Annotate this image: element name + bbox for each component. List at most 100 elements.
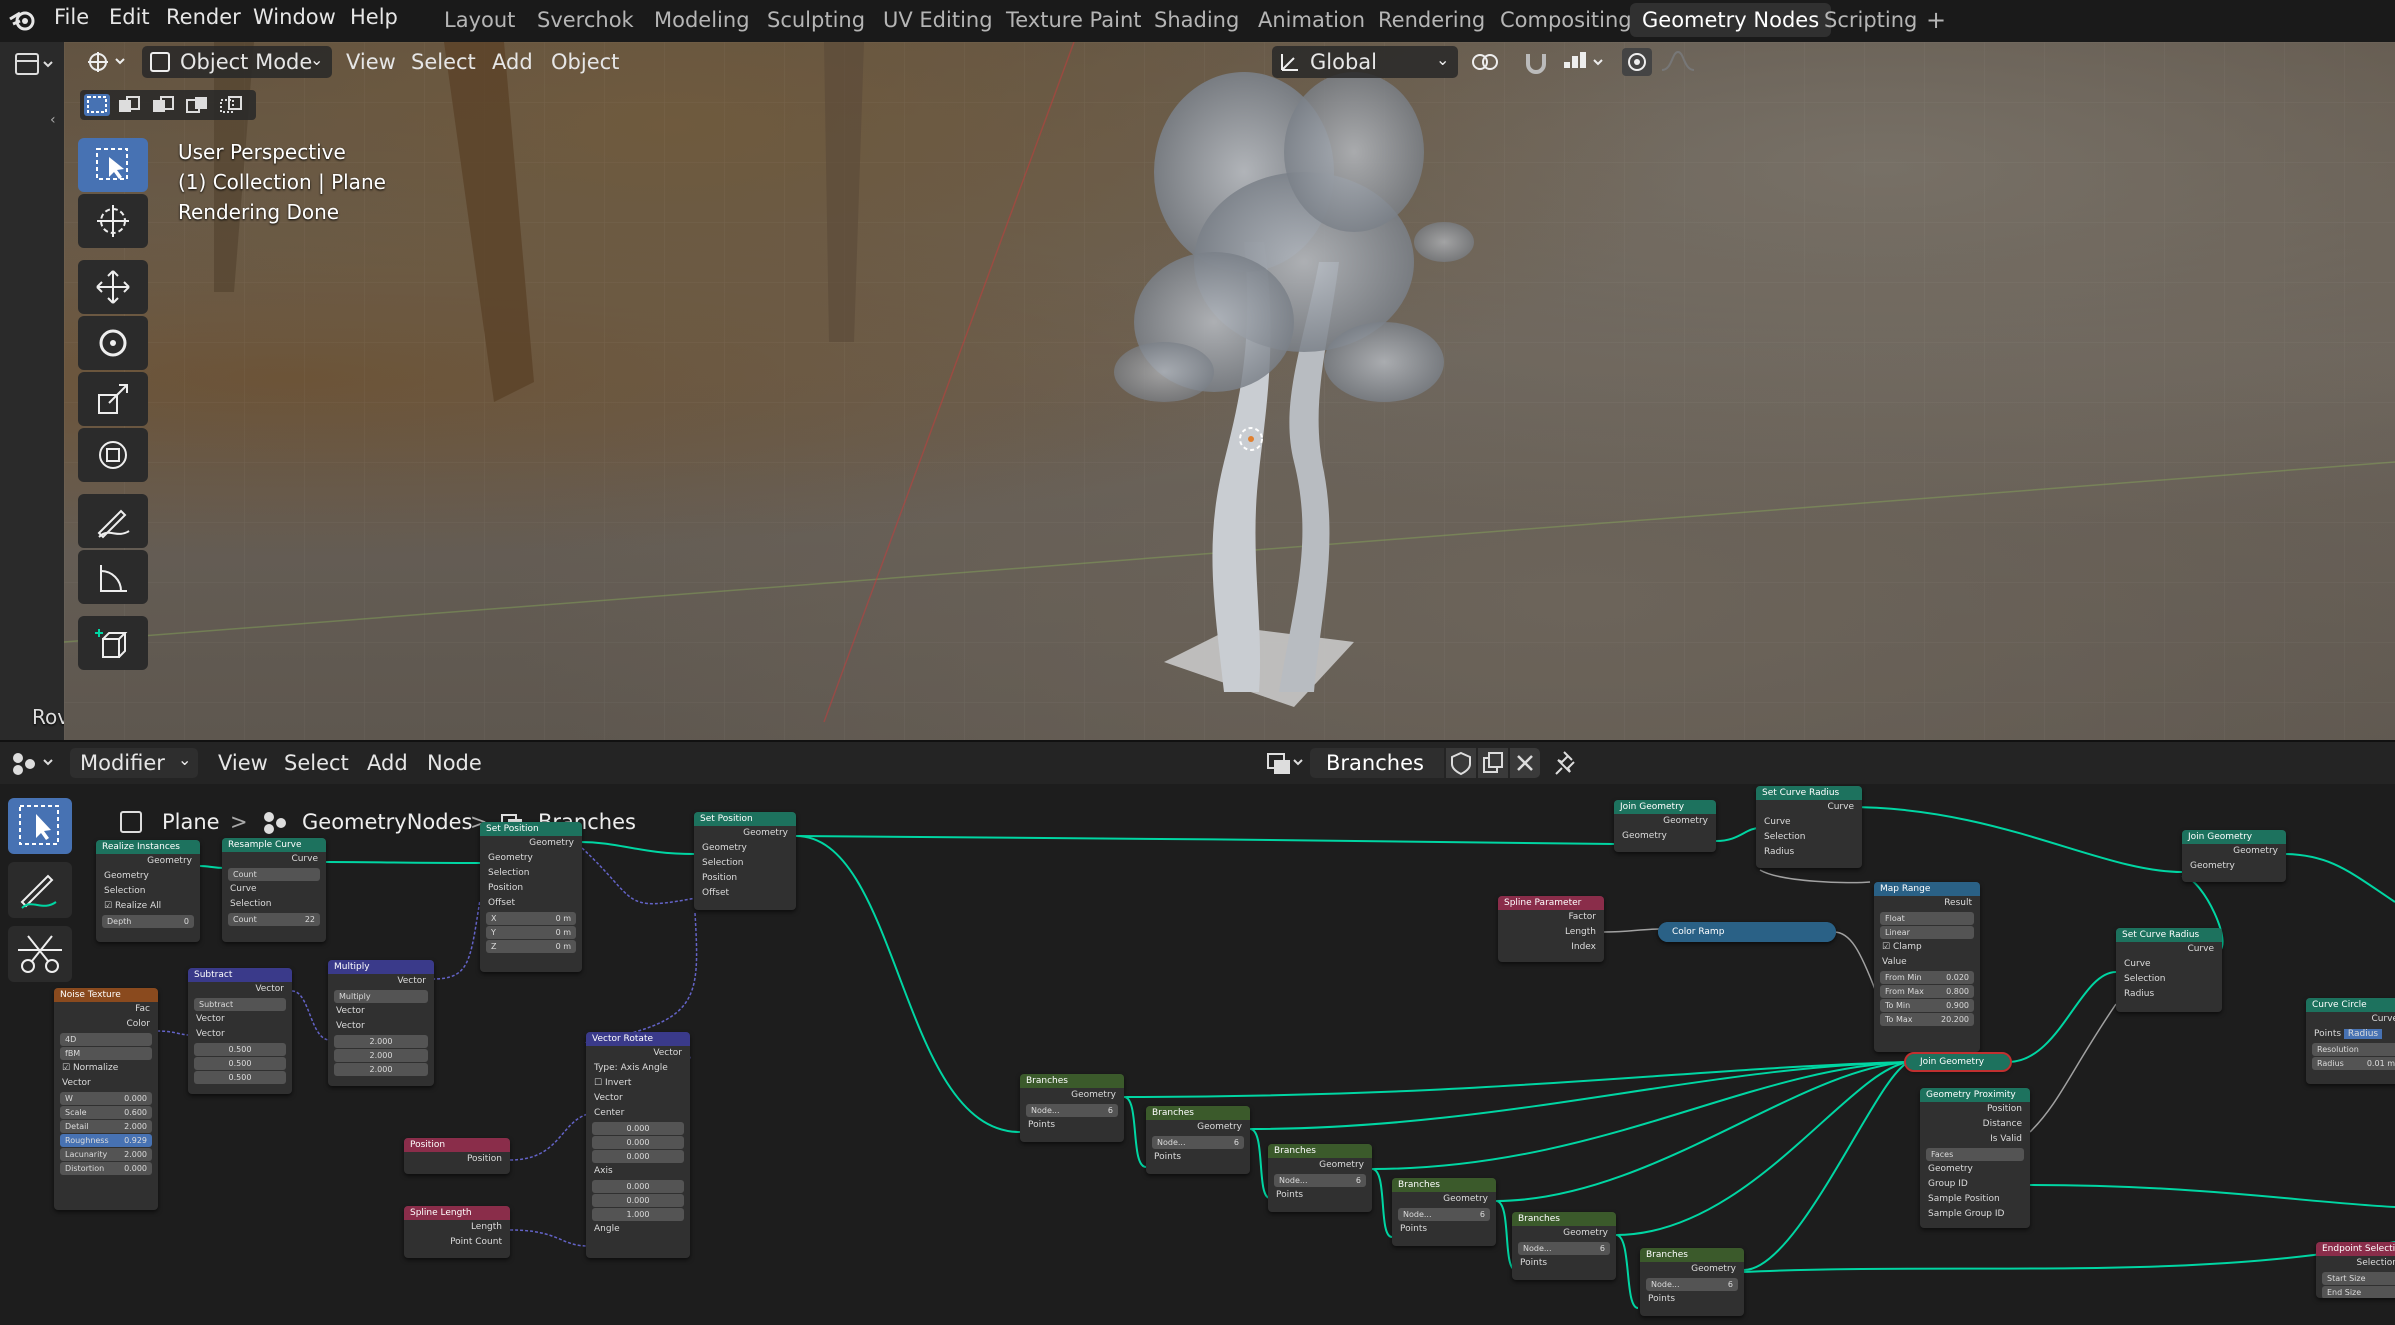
center-x-field[interactable]: 0.000 [592, 1122, 684, 1135]
tab-rendering[interactable]: Rendering [1366, 3, 1497, 37]
node-resample-curve[interactable]: Resample Curve Curve Count Curve Selecti… [222, 838, 326, 942]
data-type-dropdown[interactable]: Float [1880, 912, 1974, 925]
operation-dropdown[interactable]: Multiply [334, 990, 428, 1003]
node-realize-instances[interactable]: Realize Instances Geometry Geometry Sele… [96, 840, 200, 942]
tab-uv-editing[interactable]: UV Editing [871, 3, 1005, 37]
node-set-position-2[interactable]: Set Position Geometry Geometry Selection… [694, 812, 796, 910]
axis-y-field[interactable]: 0.000 [592, 1194, 684, 1207]
detail-field[interactable]: Detail 2.000 [60, 1120, 152, 1133]
pivot-point-icon[interactable] [1468, 48, 1512, 76]
node-join-geometry-collapsed[interactable]: Join Geometry [1904, 1052, 2012, 1072]
rotate-type-dropdown[interactable]: Type: Axis Angle [586, 1061, 690, 1076]
tab-sculpting[interactable]: Sculpting [755, 3, 877, 37]
node-group-selector[interactable]: Node... 6 [1152, 1136, 1244, 1149]
from-max-field[interactable]: From Max 0.800 [1880, 985, 1974, 998]
add-cube-tool[interactable] [78, 616, 148, 670]
select-difference-button[interactable] [184, 94, 210, 116]
snap-magnet-icon[interactable] [1522, 48, 1552, 76]
cursor-tool[interactable] [78, 194, 148, 248]
node-group-selector[interactable]: Node... 6 [1518, 1242, 1610, 1255]
node-join-geometry-2[interactable]: Join Geometry Geometry Geometry [2182, 830, 2286, 882]
node-map-range[interactable]: Map Range Result Float Linear ☑ Clamp Va… [1874, 882, 1980, 1052]
collapse-arrow-icon[interactable]: ‹ [50, 112, 60, 132]
node-branches-group[interactable]: Branches Geometry Node... 6 Points [1640, 1248, 1744, 1316]
node-set-position-1[interactable]: Set Position Geometry Geometry Selection… [480, 822, 582, 972]
menu-edit[interactable]: Edit [109, 0, 150, 34]
viewport-menu-object[interactable]: Object [551, 44, 619, 80]
offset-z-field[interactable]: Z 0 m [486, 940, 576, 953]
proportional-edit-icon[interactable] [1622, 48, 1652, 76]
tab-geometry-nodes[interactable]: Geometry Nodes [1630, 3, 1832, 37]
node-noise-texture[interactable]: Noise Texture Fac Color 4D fBM ☑ Normali… [54, 988, 158, 1210]
node-subtract[interactable]: Subtract Vector Subtract Vector Vector 0… [188, 968, 292, 1094]
menu-file[interactable]: File [54, 0, 89, 34]
object-mode-dropdown[interactable]: Object Mode ⌄ [142, 46, 332, 78]
measure-tool[interactable] [78, 550, 148, 604]
tab-scripting[interactable]: Scripting [1812, 3, 1929, 37]
scale-tool[interactable] [78, 372, 148, 426]
vector-x-field[interactable]: 2.000 [334, 1035, 428, 1048]
snap-target-icon[interactable] [1560, 48, 1610, 76]
node-branches-group[interactable]: Branches Geometry Node... 6 Points [1392, 1178, 1496, 1246]
transform-tool[interactable] [78, 428, 148, 482]
annotate-tool[interactable] [78, 494, 148, 548]
blender-logo-icon[interactable] [8, 7, 38, 33]
invert-checkbox[interactable]: ☐ Invert [586, 1076, 690, 1091]
w-field[interactable]: W 0.000 [60, 1092, 152, 1105]
vector-z-field[interactable]: 0.500 [194, 1071, 286, 1084]
axis-z-field[interactable]: 1.000 [592, 1208, 684, 1221]
node-curve-circle[interactable]: Curve Circle Curve Points Radius Resolut… [2306, 998, 2395, 1084]
scale-field[interactable]: Scale 0.600 [60, 1106, 152, 1119]
node-color-ramp[interactable]: Color Ramp [1658, 922, 1836, 942]
node-group-selector[interactable]: Node... 6 [1026, 1104, 1118, 1117]
transform-orientation-dropdown[interactable]: Global ⌄ [1272, 46, 1458, 78]
move-tool[interactable] [78, 260, 148, 314]
select-extend-button[interactable] [116, 94, 142, 116]
node-branches-group[interactable]: Branches Geometry Node... 6 Points [1146, 1106, 1250, 1174]
node-geometry-proximity[interactable]: Geometry Proximity Position Distance Is … [1920, 1088, 2030, 1228]
vector-x-field[interactable]: 0.500 [194, 1043, 286, 1056]
vector-z-field[interactable]: 2.000 [334, 1063, 428, 1076]
vector-y-field[interactable]: 2.000 [334, 1049, 428, 1062]
editor-type-icon[interactable] [14, 50, 54, 80]
operation-dropdown[interactable]: Subtract [194, 998, 286, 1011]
depth-field[interactable]: Depth 0 [102, 915, 194, 928]
roughness-field[interactable]: Roughness 0.929 [60, 1134, 152, 1147]
menu-window[interactable]: Window [253, 0, 336, 34]
target-element-dropdown[interactable]: Faces [1926, 1148, 2024, 1161]
node-branches-group[interactable]: Branches Geometry Node... 6 Points [1268, 1144, 1372, 1212]
distortion-field[interactable]: Distortion 0.000 [60, 1162, 152, 1175]
lacunarity-field[interactable]: Lacunarity 2.000 [60, 1148, 152, 1161]
viewport-menu-view[interactable]: View [346, 44, 396, 80]
menu-help[interactable]: Help [350, 0, 398, 34]
viewport-menu-add[interactable]: Add [492, 44, 533, 80]
tab-modeling[interactable]: Modeling [642, 3, 762, 37]
node-join-geometry-1[interactable]: Join Geometry Geometry Geometry [1614, 800, 1716, 852]
radius-field[interactable]: Radius 0.01 m [2312, 1057, 2395, 1070]
end-size-field[interactable]: End Size [2322, 1286, 2395, 1298]
to-max-field[interactable]: To Max 20.200 [1880, 1013, 1974, 1026]
center-z-field[interactable]: 0.000 [592, 1150, 684, 1163]
resolution-field[interactable]: Resolution [2312, 1043, 2395, 1056]
node-set-curve-radius-2[interactable]: Set Curve Radius Curve Curve Selection R… [2116, 928, 2222, 1012]
node-branches-group[interactable]: Branches Geometry Node... 6 Points [1020, 1074, 1124, 1142]
tab-sverchok[interactable]: Sverchok [525, 3, 646, 37]
select-box-tool[interactable] [78, 138, 148, 192]
axis-x-field[interactable]: 0.000 [592, 1180, 684, 1193]
falloff-curve-icon[interactable] [1658, 48, 1698, 76]
to-min-field[interactable]: To Min 0.900 [1880, 999, 1974, 1012]
normalize-checkbox[interactable]: ☑ Normalize [54, 1061, 158, 1076]
node-group-selector[interactable]: Node... 6 [1646, 1278, 1738, 1291]
offset-x-field[interactable]: X 0 m [486, 912, 576, 925]
node-spline-parameter[interactable]: Spline Parameter Factor Length Index [1498, 896, 1604, 962]
center-y-field[interactable]: 0.000 [592, 1136, 684, 1149]
select-intersect-button[interactable] [218, 94, 244, 116]
node-branches-group[interactable]: Branches Geometry Node... 6 Points [1512, 1212, 1616, 1280]
node-spline-length[interactable]: Spline Length Length Point Count [404, 1206, 510, 1258]
offset-y-field[interactable]: Y 0 m [486, 926, 576, 939]
from-min-field[interactable]: From Min 0.020 [1880, 971, 1974, 984]
menu-render[interactable]: Render [166, 0, 241, 34]
node-group-selector[interactable]: Node... 6 [1398, 1208, 1490, 1221]
3d-viewport[interactable]: Object Mode ⌄ View Select Add Object Glo… [64, 42, 2395, 740]
count-field[interactable]: Count 22 [228, 913, 320, 926]
